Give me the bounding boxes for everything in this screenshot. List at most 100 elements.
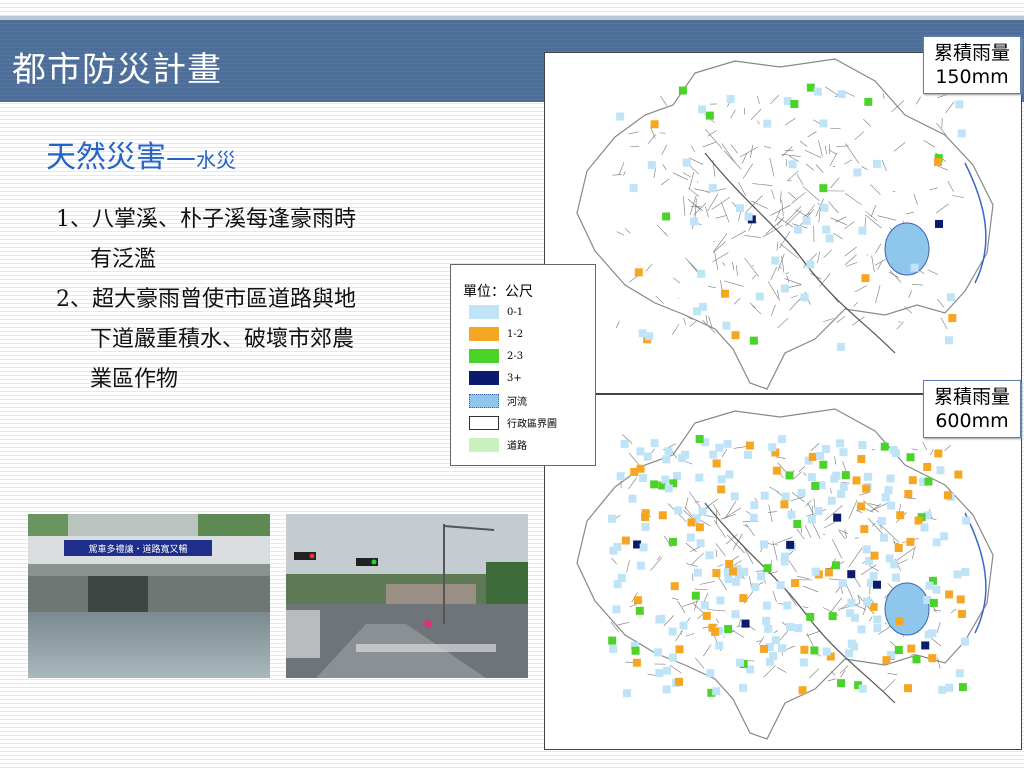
flood-cell bbox=[717, 475, 726, 484]
flood-cell bbox=[961, 567, 970, 576]
flood-cell bbox=[928, 654, 937, 663]
slide-subtitle: 天然災害—水災 bbox=[46, 132, 236, 176]
flood-cell bbox=[858, 226, 867, 235]
flood-cell bbox=[864, 472, 873, 481]
flood-cell bbox=[621, 536, 630, 545]
flood-cell bbox=[863, 597, 872, 606]
flood-cell bbox=[882, 656, 891, 665]
legend-item-0-1: 0-1 bbox=[469, 305, 523, 319]
flood-cell bbox=[806, 612, 815, 621]
flood-cell bbox=[613, 542, 622, 551]
flood-cell bbox=[873, 580, 882, 589]
legend-item-2-3: 2-3 bbox=[469, 349, 523, 363]
flood-cell bbox=[808, 452, 817, 461]
flood-cell bbox=[904, 684, 913, 693]
map-label-150mm-line1: 累積雨量 bbox=[933, 42, 1010, 64]
flood-cell bbox=[690, 217, 699, 226]
road-line bbox=[669, 664, 682, 674]
flood-cell bbox=[693, 568, 702, 577]
flood-cell bbox=[921, 641, 930, 650]
flood-cell bbox=[858, 441, 867, 450]
flood-cell bbox=[735, 658, 744, 667]
flood-cell bbox=[763, 119, 772, 128]
flood-cell bbox=[628, 494, 637, 503]
flood-cell bbox=[838, 579, 847, 588]
flood-cell bbox=[822, 225, 831, 234]
flood-cell bbox=[755, 292, 764, 301]
flood-cell bbox=[650, 120, 659, 129]
flood-cell bbox=[643, 452, 652, 461]
flood-cell bbox=[786, 540, 795, 549]
flood-cell bbox=[886, 474, 895, 483]
flood-cell bbox=[836, 439, 845, 448]
flood-cell bbox=[957, 129, 966, 138]
flood-cell bbox=[658, 511, 667, 520]
flood-cell bbox=[668, 627, 677, 636]
flood-cell bbox=[608, 636, 617, 645]
flood-cell bbox=[908, 476, 917, 485]
flood-cell bbox=[609, 645, 618, 654]
flood-cell bbox=[744, 212, 753, 221]
flood-cell bbox=[650, 439, 659, 448]
flood-cell bbox=[653, 648, 662, 657]
flood-cell bbox=[695, 434, 704, 443]
flood-cell bbox=[858, 684, 867, 693]
legend-label: 河流 bbox=[507, 397, 527, 408]
flood-cell bbox=[715, 641, 724, 650]
flood-map-600mm bbox=[544, 394, 1022, 750]
road-line bbox=[916, 96, 921, 105]
flood-cell bbox=[822, 444, 831, 453]
flood-cell bbox=[664, 447, 673, 456]
flood-cell bbox=[762, 601, 771, 610]
flood-cell bbox=[647, 160, 656, 169]
flood-cell bbox=[699, 302, 708, 311]
legend-label: 3+ bbox=[507, 372, 522, 384]
legend-item-road: 道路 bbox=[469, 437, 527, 452]
flood-cell bbox=[837, 490, 846, 499]
road-line bbox=[944, 444, 952, 451]
flood-cell bbox=[800, 645, 809, 654]
flood-cell bbox=[731, 331, 740, 340]
flood-cell bbox=[940, 532, 949, 541]
flood-cell bbox=[857, 455, 866, 464]
flood-cell bbox=[887, 501, 896, 510]
legend-item-boundary: 行政區界圖 bbox=[469, 415, 557, 430]
photo-banner-text: 駕車多禮讓・道路寬又暢 bbox=[88, 543, 187, 555]
flood-cell bbox=[732, 577, 741, 586]
flood-cell bbox=[655, 615, 664, 624]
flood-cell bbox=[958, 683, 967, 692]
legend-swatch bbox=[469, 415, 499, 430]
flood-cell bbox=[655, 669, 664, 678]
point-2-line3: 業區作物 bbox=[90, 367, 179, 392]
flood-cell bbox=[934, 158, 943, 167]
legend-swatch bbox=[469, 349, 499, 363]
flood-cell bbox=[662, 212, 671, 221]
flood-cell bbox=[695, 523, 704, 532]
flood-cell bbox=[766, 657, 775, 666]
flood-cell bbox=[780, 557, 789, 566]
flood-cell bbox=[634, 268, 643, 277]
flood-cell bbox=[762, 616, 771, 625]
flood-cell bbox=[802, 216, 811, 225]
flood-cell bbox=[700, 601, 709, 610]
flood-cell bbox=[768, 443, 777, 452]
flood-cell bbox=[712, 569, 721, 578]
flood-cell bbox=[772, 466, 781, 475]
flood-cell bbox=[879, 533, 888, 542]
flood-cell bbox=[929, 598, 938, 607]
flood-cell bbox=[759, 644, 768, 653]
flood-cell bbox=[662, 455, 671, 464]
flood-cell bbox=[793, 519, 802, 528]
flood-cell bbox=[810, 646, 819, 655]
flood-cell bbox=[813, 87, 822, 96]
flood-cell bbox=[948, 314, 957, 323]
flood-cell bbox=[639, 473, 648, 482]
flood-cell bbox=[894, 646, 903, 655]
flood-cell bbox=[944, 336, 953, 345]
flood-cell bbox=[896, 511, 905, 520]
flood-cell bbox=[786, 622, 795, 631]
road-line bbox=[683, 317, 686, 325]
flood-cell bbox=[955, 669, 964, 678]
flood-cell bbox=[794, 624, 803, 633]
flood-cell bbox=[837, 679, 846, 688]
